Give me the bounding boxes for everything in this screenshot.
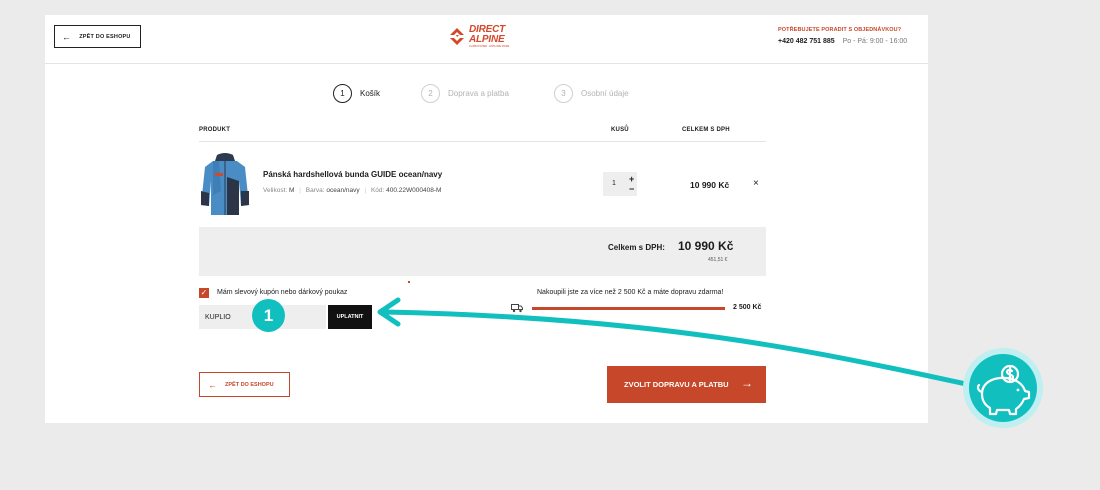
totals-box: Celkem s DPH: 10 990 Kč 451,51 € xyxy=(199,227,766,276)
coupon-label[interactable]: Mám slevový kupón nebo dárkový poukaz xyxy=(217,289,347,296)
step-number: 3 xyxy=(554,84,573,103)
meta-separator: | xyxy=(299,187,301,194)
step-label: Doprava a platba xyxy=(448,89,509,98)
coupon-checkbox[interactable]: ✓ xyxy=(199,288,209,298)
divider xyxy=(199,141,766,142)
code-value: 400.22W000408-M xyxy=(386,187,442,194)
arrow-left-icon: ← xyxy=(208,379,217,390)
checkout-steps: 1 Košík 2 Doprava a platba 3 Osobní údaj… xyxy=(45,84,928,104)
help-hours: Po - Pá: 9:00 - 16:00 xyxy=(842,38,908,45)
arrow-left-icon: ← xyxy=(62,31,72,42)
piggy-bank-halo xyxy=(963,348,1043,428)
code-label: Kód: xyxy=(370,187,385,194)
decorative-dot xyxy=(408,281,410,283)
header: ← ZPĚT DO ESHOPU DIRECT ALPINE CLIMB HIG… xyxy=(45,15,928,64)
meta-separator: | xyxy=(364,187,367,194)
step-label: Košík xyxy=(360,89,381,98)
logo[interactable]: DIRECT ALPINE CLIMB HIGHER · EXPLORE MOR… xyxy=(447,25,519,49)
back-to-eshop-bottom-button[interactable]: ← ZPĚT DO ESHOPU xyxy=(199,372,290,397)
truck-icon xyxy=(511,304,523,313)
free-shipping-threshold: 2 500 Kč xyxy=(733,304,762,311)
step-badge: 1 xyxy=(252,299,285,332)
column-header-product: PRODUKT xyxy=(199,127,231,133)
step-number: 1 xyxy=(333,84,352,103)
product-price: 10 990 Kč xyxy=(690,180,730,190)
help-question: POTŘEBUJETE PORADIT S OBJEDNÁVKOU? xyxy=(778,27,902,33)
quantity-stepper[interactable]: 1 + − xyxy=(603,172,637,196)
total-eur: 451,51 € xyxy=(708,257,728,263)
product-name[interactable]: Pánská hardshellová bunda GUIDE ocean/na… xyxy=(263,170,442,179)
back-to-eshop-button[interactable]: ← ZPĚT DO ESHOPU xyxy=(54,25,141,48)
shipping-progress-bar xyxy=(532,307,725,310)
logo-mark-icon xyxy=(450,28,464,45)
help-phone[interactable]: +420 482 751 885 xyxy=(778,38,835,45)
size-value: M xyxy=(289,187,295,194)
logo-tagline: CLIMB HIGHER · EXPLORE MORE xyxy=(469,45,510,48)
step-label: Osobní údaje xyxy=(581,89,629,98)
minus-icon[interactable]: − xyxy=(629,184,634,194)
step-cart[interactable]: 1 Košík xyxy=(333,84,380,103)
back-to-eshop-label: ZPĚT DO ESHOPU xyxy=(79,33,131,40)
step-number: 2 xyxy=(421,84,440,103)
logo-text-alpine: ALPINE xyxy=(469,34,505,45)
step-shipping-payment[interactable]: 2 Doprava a platba xyxy=(421,84,509,103)
plus-icon[interactable]: + xyxy=(629,174,634,184)
total-value: 10 990 Kč xyxy=(678,239,734,253)
free-shipping-message: Nakoupili jste za více než 2 500 Kč a má… xyxy=(537,289,724,296)
choose-shipping-payment-button[interactable]: ZVOLIT DOPRAVU A PLATBU → xyxy=(607,366,766,403)
quantity-value[interactable]: 1 xyxy=(612,180,616,187)
step-personal-info[interactable]: 3 Osobní údaje xyxy=(554,84,629,103)
column-header-total: CELKEM S DPH xyxy=(682,127,730,133)
piggy-bank-icon xyxy=(976,364,1031,416)
total-label: Celkem s DPH: xyxy=(608,243,665,252)
product-meta: Velikost: M | Barva: ocean/navy | Kód: 4… xyxy=(263,187,441,194)
next-step-label: ZVOLIT DOPRAVU A PLATBU xyxy=(624,380,729,389)
color-label: Barva: xyxy=(305,187,325,194)
piggy-bank-circle xyxy=(969,354,1037,422)
arrow-right-icon: → xyxy=(741,376,753,390)
back-to-eshop-label: ZPĚT DO ESHOPU xyxy=(225,381,274,388)
help-contact: +420 482 751 885 Po - Pá: 9:00 - 16:00 xyxy=(778,38,907,45)
remove-item-icon[interactable]: × xyxy=(753,178,759,189)
column-header-quantity: KUSŮ xyxy=(611,127,629,133)
color-value: ocean/navy xyxy=(326,187,360,194)
product-image[interactable] xyxy=(199,151,251,217)
cart-page: ← ZPĚT DO ESHOPU DIRECT ALPINE CLIMB HIG… xyxy=(45,15,928,423)
size-label: Velikost: xyxy=(263,187,288,194)
apply-coupon-button[interactable]: UPLATNIT xyxy=(328,305,372,329)
